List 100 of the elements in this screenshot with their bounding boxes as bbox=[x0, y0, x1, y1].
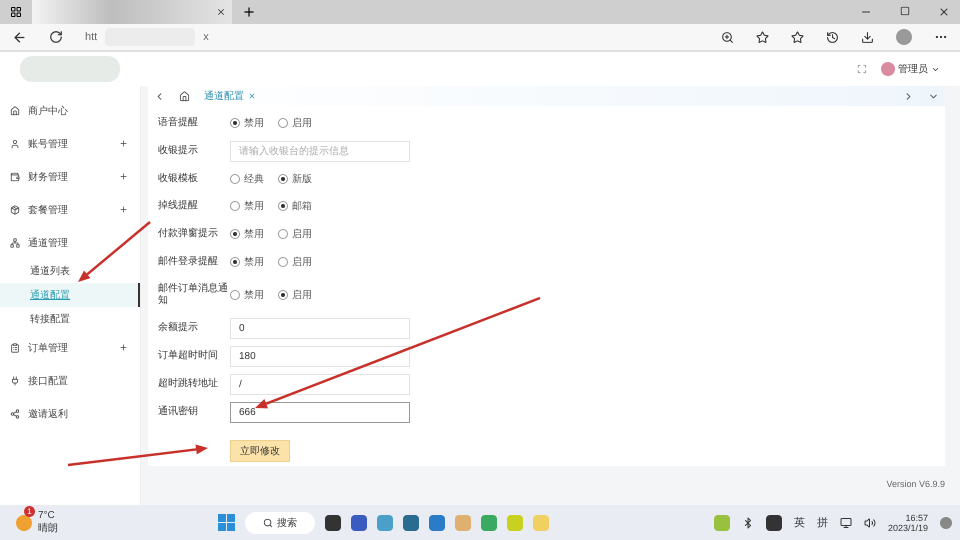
radio-icon[interactable] bbox=[278, 229, 288, 239]
expand-icon[interactable] bbox=[119, 205, 128, 214]
radio-icon[interactable] bbox=[230, 257, 240, 267]
app-icon[interactable] bbox=[351, 514, 367, 530]
ime-indicator[interactable]: 拼 bbox=[816, 515, 828, 530]
input-field[interactable]: 666 bbox=[230, 402, 410, 422]
radio-option[interactable]: 禁用 bbox=[230, 288, 264, 302]
radio-icon[interactable] bbox=[230, 174, 240, 184]
notification-icon[interactable] bbox=[940, 516, 952, 528]
maximize-icon[interactable] bbox=[900, 6, 910, 16]
field-label: 收银提示 bbox=[158, 145, 199, 157]
input-field[interactable]: / bbox=[230, 374, 410, 394]
sidebar-item[interactable]: 邀请返利 bbox=[0, 397, 140, 430]
sidebar-item[interactable]: 通道管理 bbox=[0, 226, 140, 259]
page-tab[interactable]: 通道配置 bbox=[204, 89, 256, 103]
url-text[interactable]: htt bbox=[85, 31, 98, 43]
ime-indicator[interactable]: 英 bbox=[794, 515, 805, 530]
taskbar-search[interactable]: 搜索 bbox=[245, 512, 315, 534]
radio-option[interactable]: 经典 bbox=[230, 172, 264, 186]
radio-icon[interactable] bbox=[230, 201, 240, 211]
field-label: 邮件登录提醒 bbox=[158, 256, 219, 268]
tab-actions-icon[interactable] bbox=[10, 6, 22, 18]
app-icon[interactable] bbox=[325, 514, 341, 530]
field-label: 通讯密钥 bbox=[158, 406, 199, 418]
radio-option[interactable]: 禁用 bbox=[230, 255, 264, 269]
favorites-icon[interactable] bbox=[791, 30, 804, 44]
sidebar-subitem[interactable]: 通道列表 bbox=[0, 259, 140, 283]
sidebar-item[interactable]: 商户中心 bbox=[0, 94, 140, 127]
history-icon[interactable] bbox=[826, 30, 839, 44]
weather-icon[interactable] bbox=[16, 514, 32, 530]
radio-option[interactable]: 启用 bbox=[278, 116, 312, 130]
field-label: 订单超时时间 bbox=[158, 350, 219, 362]
radio-icon[interactable] bbox=[278, 118, 288, 128]
volume-icon[interactable] bbox=[864, 516, 876, 528]
radio-option[interactable]: 启用 bbox=[278, 255, 312, 269]
sidebar-item[interactable]: 套餐管理 bbox=[0, 193, 140, 226]
expand-icon[interactable] bbox=[119, 139, 128, 148]
radio-option[interactable]: 新版 bbox=[278, 172, 312, 186]
temperature-text: 7°C bbox=[38, 510, 56, 521]
expand-icon[interactable] bbox=[119, 172, 128, 181]
sidebar-subitem[interactable]: 转接配置 bbox=[0, 307, 140, 331]
menu-item-icon bbox=[10, 342, 20, 352]
tray-icon[interactable] bbox=[766, 514, 782, 530]
radio-icon[interactable] bbox=[278, 290, 288, 300]
version-text: Version V6.9.9 bbox=[885, 478, 945, 491]
home-icon[interactable] bbox=[179, 90, 190, 102]
url-text[interactable]: x bbox=[203, 31, 209, 43]
field-label: 收银模板 bbox=[158, 173, 199, 185]
field-label: 邮件订单消息通知 bbox=[158, 283, 229, 307]
fullscreen-icon[interactable] bbox=[857, 64, 867, 74]
start-icon[interactable] bbox=[218, 514, 235, 531]
menu-item-icon bbox=[10, 106, 20, 116]
radio-option[interactable]: 禁用 bbox=[230, 199, 264, 213]
menu-item-icon bbox=[10, 238, 20, 248]
expand-icon[interactable] bbox=[119, 343, 128, 352]
field-label: 付款弹窗提示 bbox=[158, 228, 219, 240]
input-field[interactable]: 请输入收银台的提示信息 bbox=[230, 140, 410, 162]
back-icon[interactable] bbox=[12, 30, 27, 44]
notification-badge: 1 bbox=[24, 506, 35, 517]
menu-item-icon bbox=[10, 172, 20, 182]
close-icon[interactable] bbox=[938, 6, 950, 18]
search-icon bbox=[263, 518, 273, 528]
input-field[interactable]: 0 bbox=[230, 318, 410, 338]
radio-icon[interactable] bbox=[278, 174, 288, 184]
close-icon[interactable] bbox=[216, 7, 226, 17]
radio-icon[interactable] bbox=[278, 257, 288, 267]
submit-button[interactable]: 立即修改 bbox=[230, 440, 290, 462]
menu-item-icon bbox=[10, 376, 20, 386]
radio-icon[interactable] bbox=[278, 201, 288, 211]
field-label: 余额提示 bbox=[158, 322, 199, 334]
weather-text: 晴朗 bbox=[38, 522, 58, 535]
menu-item-icon bbox=[10, 204, 20, 214]
sidebar-item[interactable]: 账号管理 bbox=[0, 127, 140, 160]
star-icon[interactable] bbox=[756, 30, 769, 44]
zoom-icon[interactable] bbox=[721, 30, 734, 44]
user-menu[interactable]: 管理员 bbox=[881, 62, 940, 76]
sidebar-item[interactable]: 财务管理 bbox=[0, 160, 140, 193]
new-tab-icon[interactable] bbox=[242, 5, 256, 19]
sidebar-item[interactable]: 订单管理 bbox=[0, 331, 140, 364]
sidebar-item[interactable]: 接口配置 bbox=[0, 364, 140, 397]
radio-option[interactable]: 禁用 bbox=[230, 116, 264, 130]
radio-option[interactable]: 禁用 bbox=[230, 227, 264, 241]
clock[interactable]: 16:57 2023/1/19 bbox=[888, 512, 928, 532]
field-label: 掉线提醒 bbox=[158, 200, 199, 212]
network-icon[interactable] bbox=[840, 516, 852, 528]
field-label: 语音提醒 bbox=[158, 117, 199, 129]
menu-item-icon bbox=[10, 138, 20, 148]
field-label: 超时跳转地址 bbox=[158, 378, 219, 390]
radio-icon[interactable] bbox=[230, 290, 240, 300]
radio-icon[interactable] bbox=[230, 118, 240, 128]
radio-option[interactable]: 邮箱 bbox=[278, 199, 312, 213]
profile-avatar[interactable] bbox=[896, 29, 912, 45]
download-icon[interactable] bbox=[861, 30, 874, 44]
input-field[interactable]: 180 bbox=[230, 346, 410, 366]
radio-icon[interactable] bbox=[230, 229, 240, 239]
menu-item-icon bbox=[10, 408, 20, 418]
refresh-icon[interactable] bbox=[49, 30, 63, 44]
radio-option[interactable]: 启用 bbox=[278, 288, 312, 302]
app-icon[interactable] bbox=[403, 514, 419, 530]
radio-option[interactable]: 启用 bbox=[278, 227, 312, 241]
